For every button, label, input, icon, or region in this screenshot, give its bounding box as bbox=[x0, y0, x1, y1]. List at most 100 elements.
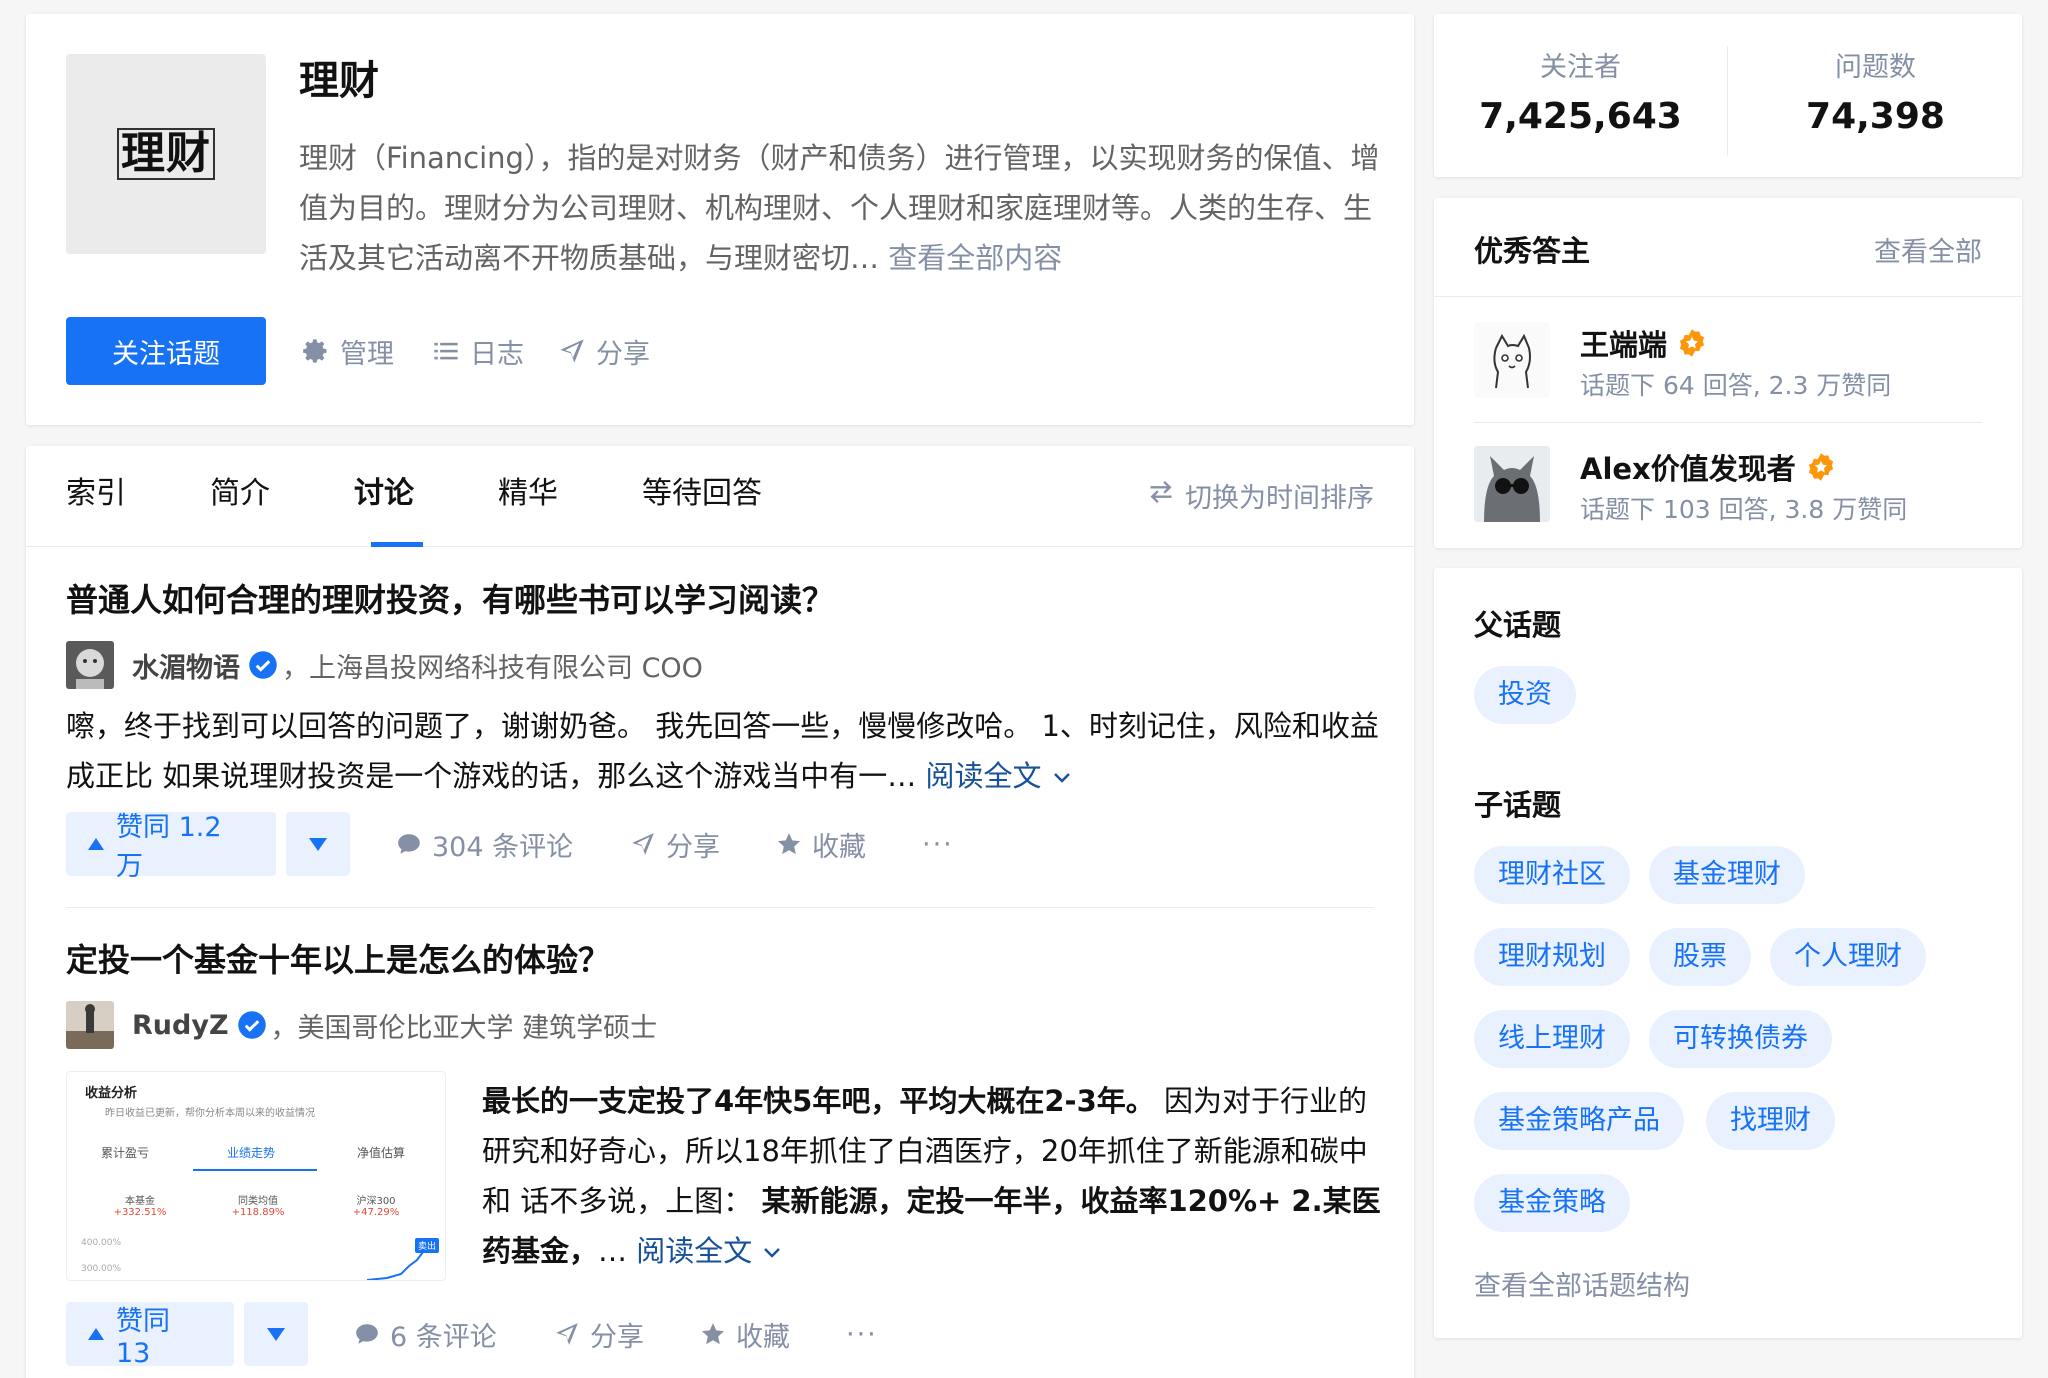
read-more-link[interactable]: 阅读全文 bbox=[636, 1234, 783, 1268]
sort-toggle-label: 切换为时间排序 bbox=[1185, 483, 1374, 514]
upvote-button[interactable]: 赞同 13 bbox=[66, 1302, 234, 1369]
share-topic-button[interactable]: 分享 bbox=[556, 330, 650, 372]
tab-index[interactable]: 索引 bbox=[66, 472, 126, 516]
topic-logo: 理财 bbox=[66, 54, 266, 254]
questions-stat[interactable]: 问题数 74,398 bbox=[1729, 48, 2022, 142]
question-title[interactable]: 定投一个基金十年以上是怎么的体验？ bbox=[66, 938, 610, 982]
author-description: ，美国哥伦比亚大学 建筑学硕士 bbox=[270, 1012, 658, 1044]
upvote-label: 赞同 1.2 万 bbox=[116, 812, 222, 882]
questions-label: 问题数 bbox=[1835, 52, 1916, 83]
chevron-down-icon bbox=[1053, 773, 1070, 783]
answer-image-thumbnail[interactable]: 收益分析 昨日收益已更新，帮你分析本周以来的收益情况 累计盈亏 业绩走势 净值估… bbox=[66, 1071, 446, 1281]
view-topic-structure-link[interactable]: 查看全部话题结构 bbox=[1474, 1264, 1690, 1303]
tab-intro[interactable]: 简介 bbox=[210, 472, 270, 516]
tab-discussion[interactable]: 讨论 bbox=[354, 472, 414, 516]
parent-topics-title: 父话题 bbox=[1474, 608, 1562, 642]
topic-chip[interactable]: 投资 bbox=[1474, 666, 1576, 724]
downvote-button[interactable] bbox=[244, 1302, 308, 1366]
downvote-button[interactable] bbox=[286, 812, 350, 876]
thumb-legend-value: +332.51% bbox=[113, 1207, 167, 1218]
read-more-label: 阅读全文 bbox=[925, 759, 1042, 793]
questions-count: 74,398 bbox=[1806, 96, 1945, 137]
tab-featured[interactable]: 精华 bbox=[498, 472, 558, 516]
view-all-content-link[interactable]: 查看全部内容 bbox=[888, 241, 1062, 275]
answerers-header-divider bbox=[1434, 296, 2022, 297]
manage-button[interactable]: 管理 bbox=[300, 330, 394, 372]
avatar[interactable] bbox=[1474, 322, 1550, 398]
topic-stats-card: 关注者 7,425,643 问题数 74,398 bbox=[1434, 14, 2022, 177]
thumb-tab-active: 业绩走势 bbox=[227, 1146, 276, 1160]
avatar[interactable] bbox=[1474, 446, 1550, 522]
tab-waiting-answers[interactable]: 等待回答 bbox=[642, 472, 762, 516]
topic-chip[interactable]: 个人理财 bbox=[1770, 928, 1926, 986]
answer-excerpt-text: 嚓，终于找到可以回答的问题了，谢谢奶爸。 我先回答一些，慢慢修改哈。 1、时刻记… bbox=[66, 709, 1379, 793]
manage-label: 管理 bbox=[340, 338, 394, 370]
collect-button[interactable]: 收藏 bbox=[700, 1312, 790, 1356]
followers-stat[interactable]: 关注者 7,425,643 bbox=[1434, 48, 1727, 142]
author-name[interactable]: RudyZ bbox=[132, 1010, 229, 1041]
topic-chip[interactable]: 股票 bbox=[1649, 928, 1751, 986]
gear-icon bbox=[300, 335, 332, 367]
comments-button[interactable]: 304 条评论 bbox=[396, 822, 573, 866]
topic-tabs: 索引 简介 讨论 精华 等待回答 切换为时间排序 bbox=[26, 446, 1414, 547]
comments-button[interactable]: 6 条评论 bbox=[354, 1312, 497, 1356]
collect-label: 收藏 bbox=[812, 831, 866, 863]
share-answer-button[interactable]: 分享 bbox=[630, 822, 720, 866]
question-title[interactable]: 普通人如何合理的理财投资，有哪些书可以学习阅读？ bbox=[66, 578, 834, 622]
thumb-legend-value: +118.89% bbox=[231, 1207, 285, 1218]
upvote-button[interactable]: 赞同 1.2 万 bbox=[66, 812, 276, 882]
thumb-legend-item: 同类均值 +118.89% bbox=[213, 1192, 303, 1218]
thumb-legend-name: 本基金 bbox=[125, 1196, 155, 1207]
comments-label: 304 条评论 bbox=[432, 831, 574, 863]
answer-excerpt[interactable]: 最长的一支定投了4年快5年吧，平均大概在2-3年。 因为对于行业的研究和好奇心，… bbox=[482, 1076, 1382, 1276]
star-icon bbox=[700, 1321, 726, 1347]
more-options-button[interactable]: ··· bbox=[922, 822, 954, 866]
topic-header-card: 理财 理财 理财（Financing），指的是对财务（财产和债务）进行管理，以实… bbox=[26, 14, 1414, 425]
thumb-axis-label: 300.00% bbox=[81, 1264, 122, 1274]
answer-excerpt[interactable]: 嚓，终于找到可以回答的问题了，谢谢奶爸。 我先回答一些，慢慢修改哈。 1、时刻记… bbox=[66, 701, 1386, 801]
sort-toggle-button[interactable]: 切换为时间排序 bbox=[1147, 476, 1374, 515]
share-answer-label: 分享 bbox=[666, 831, 720, 863]
collect-button[interactable]: 收藏 bbox=[776, 822, 866, 866]
collect-label: 收藏 bbox=[736, 1321, 790, 1353]
active-tab-underline bbox=[371, 542, 423, 547]
thumb-legend-item: 沪深300 +47.29% bbox=[331, 1192, 421, 1218]
child-topics-title: 子话题 bbox=[1474, 788, 1562, 822]
avatar[interactable] bbox=[66, 1001, 114, 1049]
answerer-name-text: Alex价值发现者 bbox=[1580, 452, 1796, 486]
top-answerers-card: 优秀答主 查看全部 王端端 话题下 64 回答, 2.3 万赞同 Alex价值发… bbox=[1434, 198, 2022, 548]
answerer-meta: 话题下 103 回答, 3.8 万赞同 bbox=[1580, 495, 1908, 524]
topic-chip[interactable]: 线上理财 bbox=[1474, 1010, 1630, 1068]
topic-chip[interactable]: 基金策略 bbox=[1474, 1174, 1630, 1232]
topic-chip[interactable]: 基金策略产品 bbox=[1474, 1092, 1684, 1150]
thumb-tab: 净值估算 bbox=[357, 1146, 406, 1160]
list-icon bbox=[430, 335, 462, 367]
related-topics-card: 父话题 投资 子话题 理财社区 基金理财 理财规划 股票 个人理财 线上理财 可… bbox=[1434, 568, 2022, 1338]
read-more-link[interactable]: 阅读全文 bbox=[925, 759, 1072, 793]
topic-chip[interactable]: 找理财 bbox=[1706, 1092, 1835, 1150]
avatar[interactable] bbox=[66, 641, 114, 689]
topic-chip[interactable]: 理财社区 bbox=[1474, 846, 1630, 904]
follow-topic-button[interactable]: 关注话题 bbox=[66, 317, 266, 385]
share-answer-button[interactable]: 分享 bbox=[554, 1312, 644, 1356]
thumb-title: 收益分析 bbox=[85, 1086, 138, 1101]
topic-chip[interactable]: 理财规划 bbox=[1474, 928, 1630, 986]
answerer-name: Alex价值发现者 bbox=[1580, 446, 1836, 488]
more-options-button[interactable]: ··· bbox=[846, 1312, 878, 1356]
comments-label: 6 条评论 bbox=[390, 1321, 497, 1353]
downvote-arrow-icon bbox=[267, 1327, 285, 1341]
answerer-item[interactable]: 王端端 话题下 64 回答, 2.3 万赞同 bbox=[1474, 322, 1982, 402]
topic-chip[interactable]: 基金理财 bbox=[1649, 846, 1805, 904]
author-name[interactable]: 水湄物语 bbox=[132, 646, 240, 685]
topic-chip[interactable]: 可转换债券 bbox=[1649, 1010, 1832, 1068]
thumb-tab-underline bbox=[193, 1169, 317, 1171]
followers-label: 关注者 bbox=[1540, 52, 1621, 83]
log-button[interactable]: 日志 bbox=[430, 330, 524, 372]
paper-plane-icon bbox=[630, 831, 656, 857]
answerer-item[interactable]: Alex价值发现者 话题下 103 回答, 3.8 万赞同 bbox=[1474, 446, 1982, 526]
top-answerers-title: 优秀答主 bbox=[1474, 234, 1591, 268]
topic-description: 理财（Financing），指的是对财务（财产和债务）进行管理，以实现财务的保值… bbox=[299, 133, 1389, 283]
view-all-answerers-link[interactable]: 查看全部 bbox=[1874, 230, 1982, 269]
upvote-arrow-icon bbox=[88, 1328, 104, 1340]
paper-plane-icon bbox=[556, 335, 588, 367]
